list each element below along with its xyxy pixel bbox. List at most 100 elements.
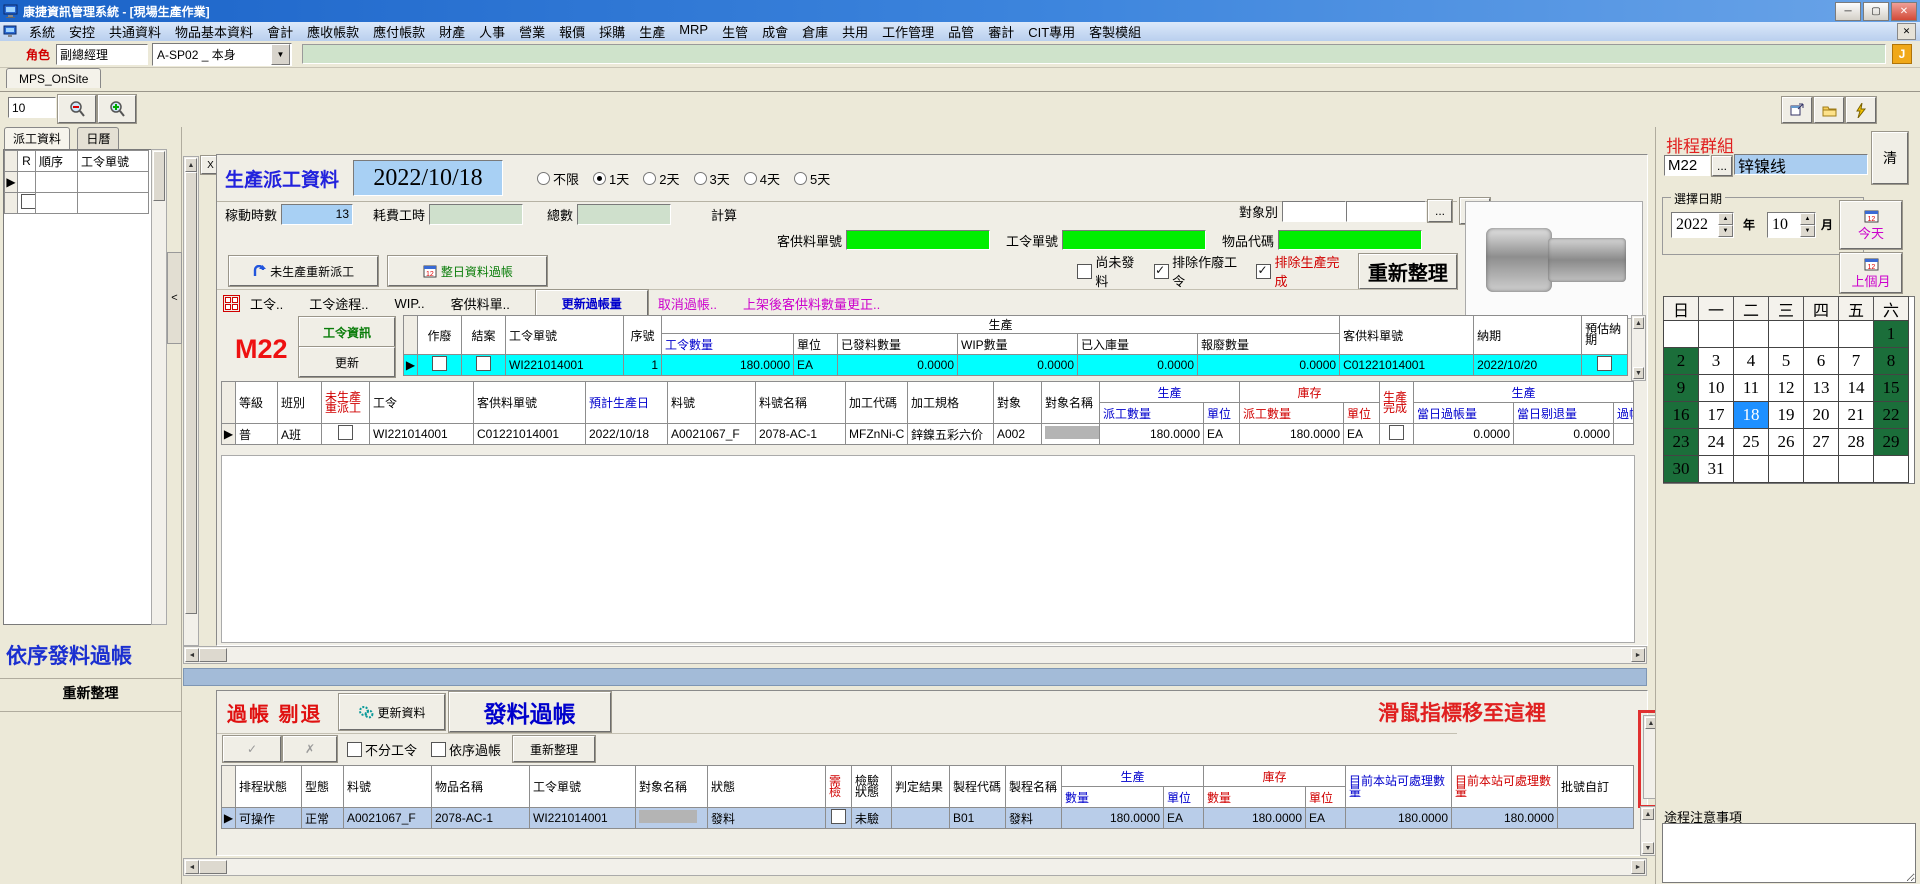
cancel-button[interactable]: ✗ — [283, 736, 337, 762]
plan-date-cell[interactable]: 2022/10/18 — [586, 424, 668, 445]
dispatch-date[interactable]: 2022/10/18 — [353, 160, 503, 196]
due-header[interactable]: 納期 — [1474, 316, 1582, 355]
fix-supply-qty-link[interactable]: 上架後客供料數量更正.. — [743, 294, 880, 313]
posted-cell[interactable] — [1614, 424, 1634, 445]
menu-item[interactable]: 應收帳款 — [300, 21, 366, 42]
calendar-day[interactable]: 14 — [1838, 374, 1874, 402]
column-header[interactable]: 順序 — [36, 151, 78, 172]
target-name-header[interactable]: 對象名稱 — [636, 766, 708, 808]
calendar-day[interactable]: 22 — [1873, 401, 1909, 429]
radio-3day[interactable]: 3天 — [694, 169, 730, 188]
calendar-day[interactable]: 1 — [1873, 320, 1909, 348]
state-header[interactable]: 狀態 — [708, 766, 826, 808]
unit-cell[interactable]: EA — [794, 355, 838, 376]
menu-item[interactable]: 安控 — [62, 21, 102, 42]
group-code-field[interactable] — [1664, 155, 1710, 176]
calc-label[interactable]: 計算 — [711, 205, 737, 224]
process-code-header[interactable]: 製程代碼 — [950, 766, 1006, 808]
radio-2day[interactable]: 2天 — [643, 169, 679, 188]
no-split-checkbox-wrap[interactable]: 不分工令 — [347, 740, 417, 759]
spin-down-icon[interactable]: ▼ — [1718, 225, 1733, 237]
status-cell[interactable]: 可操作 — [236, 808, 302, 829]
main-horizontal-scrollbar[interactable]: ◄ ► — [183, 646, 1647, 664]
calendar-day[interactable]: 18 — [1733, 401, 1769, 429]
refresh-button[interactable]: 重新整理 — [1359, 254, 1457, 289]
stocked-qty-header[interactable]: 已入庫量 — [1078, 334, 1198, 355]
month-field[interactable] — [1768, 213, 1800, 237]
menu-item[interactable]: 審計 — [981, 21, 1021, 42]
calendar-day[interactable]: 6 — [1803, 347, 1839, 375]
workorder-header[interactable]: 工令單號 — [506, 316, 624, 355]
workorder-cell[interactable]: WI221014001 — [370, 424, 474, 445]
wip-link[interactable]: WIP.. — [394, 296, 424, 311]
calendar-day[interactable]: 23 — [1663, 428, 1699, 456]
need-check-checkbox[interactable] — [831, 809, 846, 824]
update-button[interactable]: 更新 — [299, 347, 395, 377]
day-rejected-header[interactable]: 當日剔退量 — [1514, 403, 1614, 424]
menu-item[interactable]: 成會 — [755, 21, 795, 42]
part-no-header[interactable]: 料號 — [668, 382, 756, 424]
part-name-cell[interactable]: 2078-AC-1 — [756, 424, 846, 445]
calendar-day[interactable]: 21 — [1838, 401, 1874, 429]
need-check-cell[interactable] — [826, 808, 852, 829]
radio-1day[interactable]: 1天 — [593, 169, 629, 188]
menu-item[interactable]: 共通資料 — [102, 21, 168, 42]
posting-row[interactable]: ▶ 可操作 正常 A0021067_F 2078-AC-1 WI22101400… — [222, 808, 1634, 829]
done-checkbox[interactable] — [1389, 425, 1404, 440]
cell[interactable] — [78, 193, 149, 214]
mdi-close-button[interactable]: ✕ — [1897, 23, 1916, 40]
calendar-day[interactable]: 12 — [1768, 374, 1804, 402]
est-due-header[interactable]: 預估納期 — [1582, 316, 1628, 355]
left-refresh-button[interactable]: 重新整理 — [0, 683, 181, 703]
judge-header[interactable]: 判定結果 — [892, 766, 950, 808]
prod-unit-header[interactable]: 單位 — [1204, 403, 1240, 424]
judge-cell[interactable] — [892, 808, 950, 829]
scroll-left-icon[interactable]: ◄ — [185, 860, 199, 874]
spin-up-icon[interactable]: ▲ — [1800, 213, 1815, 225]
target-name-field[interactable] — [1346, 201, 1426, 222]
zoom-out-button[interactable] — [58, 95, 96, 123]
item-field[interactable] — [1278, 230, 1422, 250]
need-check-header[interactable]: 需檢 — [826, 766, 852, 808]
issued-qty-cell[interactable]: 0.0000 — [838, 355, 958, 376]
supply-no-header[interactable]: 客供料單號 — [1340, 316, 1474, 355]
radio-icon[interactable] — [744, 172, 757, 185]
scrap-qty-cell[interactable]: 0.0000 — [1198, 355, 1340, 376]
cur-qty-blue-header[interactable]: 目前本站可處理數量 — [1346, 766, 1452, 808]
prod-qty-header[interactable]: 數量 — [1062, 787, 1164, 808]
order-info-button[interactable]: 工令資訊 — [299, 317, 395, 347]
type-cell[interactable]: 正常 — [302, 808, 344, 829]
menu-item[interactable]: 營業 — [512, 21, 552, 42]
type-header[interactable]: 型態 — [302, 766, 344, 808]
closed-checkbox[interactable] — [476, 356, 491, 371]
target-header[interactable]: 對象 — [994, 382, 1042, 424]
stock-qty-header[interactable]: 數量 — [1204, 787, 1306, 808]
scroll-up-icon[interactable]: ▲ — [1633, 317, 1644, 329]
wip-qty-cell[interactable]: 0.0000 — [958, 355, 1078, 376]
redispatch-header[interactable]: 未生產重派工 — [322, 382, 370, 424]
menu-item[interactable]: CIT專用 — [1021, 21, 1082, 42]
group-name-field[interactable]: 锌镍线 — [1734, 154, 1868, 175]
scroll-right-icon[interactable]: ► — [1631, 648, 1645, 662]
cur-qty-blue-cell[interactable]: 180.0000 — [1346, 808, 1452, 829]
void-checkbox[interactable] — [432, 356, 447, 371]
spin-down-icon[interactable]: ▼ — [1800, 225, 1815, 237]
scroll-up-icon[interactable]: ▲ — [185, 158, 197, 172]
menu-item[interactable]: 報價 — [552, 21, 592, 42]
stock-qty-cell[interactable]: 180.0000 — [1240, 424, 1344, 445]
state-cell[interactable]: 發料 — [708, 808, 826, 829]
group-clear-button[interactable]: 清 — [1872, 132, 1908, 184]
export-window-button[interactable] — [1782, 97, 1812, 123]
column-header[interactable]: R — [18, 151, 36, 172]
calendar-day[interactable]: 31 — [1698, 455, 1734, 483]
order-row[interactable]: ▶ WI221014001 1 180.0000 EA 0.0000 0.000… — [404, 355, 1628, 376]
sequential-issue-link[interactable]: 依序發料過帳 — [6, 640, 132, 670]
batch-cell[interactable] — [1558, 808, 1634, 829]
scroll-left-icon[interactable]: ◄ — [185, 648, 199, 662]
calendar-day[interactable]: 29 — [1873, 428, 1909, 456]
prod-unit-header[interactable]: 單位 — [1164, 787, 1204, 808]
part-no-cell[interactable]: A0021067_F — [344, 808, 432, 829]
part-no-cell[interactable]: A0021067_F — [668, 424, 756, 445]
calendar-day[interactable]: 16 — [1663, 401, 1699, 429]
tab-calendar[interactable]: 日曆 — [77, 127, 119, 149]
